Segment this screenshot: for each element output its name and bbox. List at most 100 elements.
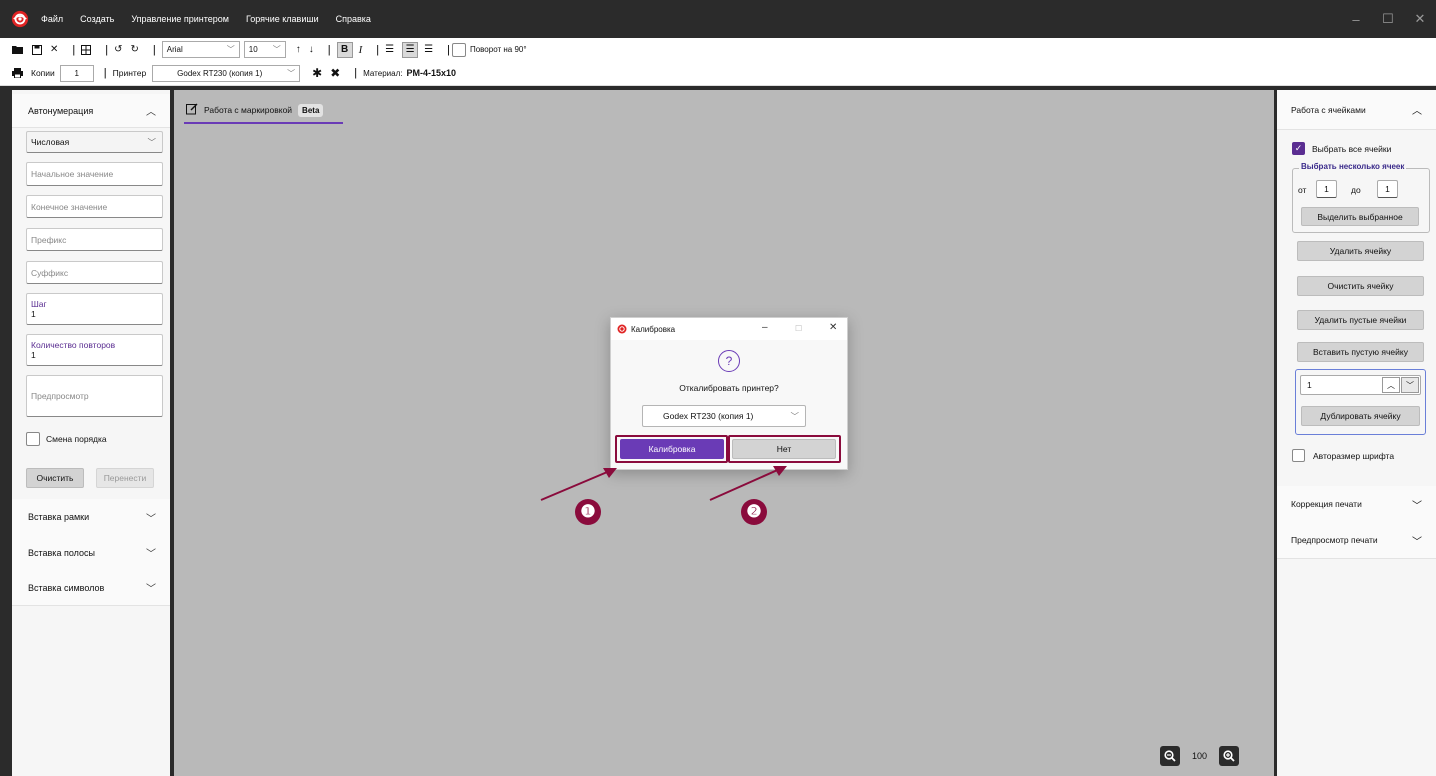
transfer-button[interactable]: Перенести <box>96 468 154 488</box>
prefix-input[interactable]: Префикс <box>26 228 163 251</box>
menu-hotkeys[interactable]: Горячие клавиши <box>246 14 319 24</box>
increment-icon[interactable]: ︿ <box>1382 377 1400 393</box>
insert-empty-cell-button[interactable]: Вставить пустую ячейку <box>1297 342 1424 362</box>
select-multiple-title: Выбрать несколько ячеек <box>1299 162 1407 171</box>
repeat-count-value: 1 <box>31 350 36 360</box>
annotation-badge-2: ❷ <box>741 499 767 525</box>
autonumbering-title: Автонумерация <box>28 105 94 116</box>
autosize-checkbox[interactable] <box>1292 449 1305 462</box>
chevron-down-icon: ﹀ <box>1412 500 1422 512</box>
delete-empty-cells-button[interactable]: Удалить пустые ячейки <box>1297 310 1424 330</box>
font-family-select[interactable]: Arial ﹀ <box>161 41 240 58</box>
preview-field: Предпросмотр <box>26 375 163 417</box>
decrement-icon[interactable]: ﹀ <box>1401 377 1419 393</box>
zoom-controls: 100 <box>1160 746 1240 766</box>
zoom-in-icon[interactable] <box>1219 746 1240 766</box>
app-logo-icon <box>617 324 627 334</box>
maximize-button[interactable]: ☐ <box>1372 11 1404 27</box>
align-center-icon[interactable]: ☰ <box>402 41 419 58</box>
open-folder-icon[interactable] <box>12 45 24 55</box>
dialog-title: Калибровка <box>631 324 676 334</box>
select-all-checkbox[interactable]: ✓ <box>1292 142 1305 155</box>
cells-header[interactable]: Работа с ячейками ︿ <box>1277 90 1436 130</box>
autosize-row: Авторазмер шрифта <box>1292 449 1394 462</box>
print-correction-header[interactable]: Коррекция печати ﹀ <box>1277 486 1436 523</box>
insert-symbols-title: Вставка символов <box>28 582 105 593</box>
chevron-down-icon: ﹀ <box>287 68 296 78</box>
save-icon[interactable] <box>32 44 42 55</box>
separator: | <box>376 43 380 56</box>
delete-cell-button[interactable]: Удалить ячейку <box>1297 241 1424 261</box>
duplicate-cell-button[interactable]: Дублировать ячейку <box>1301 406 1420 426</box>
autosize-label: Авторазмер шрифта <box>1313 450 1395 461</box>
tools-icon[interactable]: ✖ <box>330 66 340 80</box>
minimize-button[interactable]: – <box>1340 12 1372 27</box>
arrow-up-icon[interactable]: ↑ <box>296 44 301 55</box>
repeat-count-input[interactable]: Количество повторов 1 <box>26 334 163 366</box>
chevron-up-icon: ︿ <box>146 107 156 118</box>
dialog-close-button[interactable]: ✕ <box>829 322 837 333</box>
reverse-order-checkbox[interactable] <box>26 432 40 446</box>
no-button[interactable]: Нет <box>732 439 836 459</box>
chevron-down-icon: ﹀ <box>146 513 156 525</box>
italic-button[interactable]: I <box>359 44 363 56</box>
menu-file[interactable]: Файл <box>41 14 63 24</box>
insert-frame-header[interactable]: Вставка рамки ﹀ <box>12 499 170 536</box>
menu-printer-management[interactable]: Управление принтером <box>131 14 229 24</box>
grid-icon[interactable] <box>81 44 92 55</box>
app-logo-icon <box>11 10 29 28</box>
numbering-type-select[interactable]: Числовая ﹀ <box>26 131 163 153</box>
printer-label: Принтер <box>112 68 147 78</box>
separator: | <box>103 67 107 79</box>
insert-symbols-header[interactable]: Вставка символов ﹀ <box>12 570 170 606</box>
print-toolbar: Копии 1 | Принтер Godex RT230 (копия 1) … <box>0 61 1436 86</box>
chevron-up-icon: ︿ <box>1412 106 1422 117</box>
cells-title: Работа с ячейками <box>1291 104 1366 115</box>
bold-button[interactable]: B <box>336 41 353 58</box>
font-size-select[interactable]: 10 ﹀ <box>243 41 286 58</box>
to-input[interactable]: 1 <box>1377 180 1398 198</box>
chevron-down-icon: ﹀ <box>1412 536 1422 548</box>
copies-input[interactable]: 1 <box>59 64 94 82</box>
autonumbering-header[interactable]: Автонумерация ︿ <box>12 94 170 128</box>
printer-icon[interactable] <box>12 68 23 78</box>
dialog-printer-select[interactable]: Godex RT230 (копия 1) ﹀ <box>642 405 806 427</box>
rotate-checkbox[interactable] <box>451 42 466 57</box>
suffix-input[interactable]: Суффикс <box>26 261 163 284</box>
separator: | <box>152 43 156 56</box>
arrow-down-icon[interactable]: ↓ <box>309 44 314 55</box>
step-input[interactable]: Шаг 1 <box>26 293 163 325</box>
clear-button[interactable]: Очистить <box>26 468 84 488</box>
beta-badge: Beta <box>298 103 324 117</box>
dialog-minimize-button[interactable]: – <box>762 322 768 333</box>
settings-gear-icon[interactable]: ✱ <box>312 66 322 80</box>
menu-help[interactable]: Справка <box>336 14 371 24</box>
print-preview-header[interactable]: Предпросмотр печати ﹀ <box>1277 522 1436 559</box>
insert-stripe-title: Вставка полосы <box>28 547 95 558</box>
step-label: Шаг <box>31 299 47 309</box>
menu-create[interactable]: Создать <box>80 14 114 24</box>
step-value: 1 <box>31 309 36 319</box>
dialog-printer-value: Godex RT230 (копия 1) <box>663 411 754 421</box>
close-document-icon[interactable]: ✕ <box>50 44 58 55</box>
align-left-icon[interactable]: ☰ <box>385 44 394 55</box>
calibrate-button[interactable]: Калибровка <box>620 439 724 459</box>
end-value-input[interactable]: Конечное значение <box>26 195 163 218</box>
duplicate-count-input[interactable]: 1 ︿ ﹀ <box>1300 375 1421 395</box>
tab-marking-label: Работа с маркировкой <box>204 105 293 115</box>
start-value-input[interactable]: Начальное значение <box>26 162 163 186</box>
zoom-out-icon[interactable] <box>1160 746 1180 766</box>
tab-marking[interactable]: Работа с маркировкой Beta <box>184 98 343 124</box>
select-all-label: Выбрать все ячейки <box>1312 143 1392 154</box>
highlight-selected-button[interactable]: Выделить выбранное <box>1301 207 1419 226</box>
close-button[interactable]: ✕ <box>1404 11 1436 27</box>
clear-cell-button[interactable]: Очистить ячейку <box>1297 276 1424 296</box>
redo-icon[interactable]: ↻ <box>131 44 139 55</box>
undo-icon[interactable]: ↺ <box>114 44 122 55</box>
separator: | <box>447 43 450 56</box>
insert-stripe-header[interactable]: Вставка полосы ﹀ <box>12 535 170 571</box>
separator: | <box>72 43 76 56</box>
from-input[interactable]: 1 <box>1316 180 1337 198</box>
align-right-icon[interactable]: ☰ <box>424 44 433 55</box>
printer-select[interactable]: Godex RT230 (копия 1) ﹀ <box>152 64 301 82</box>
